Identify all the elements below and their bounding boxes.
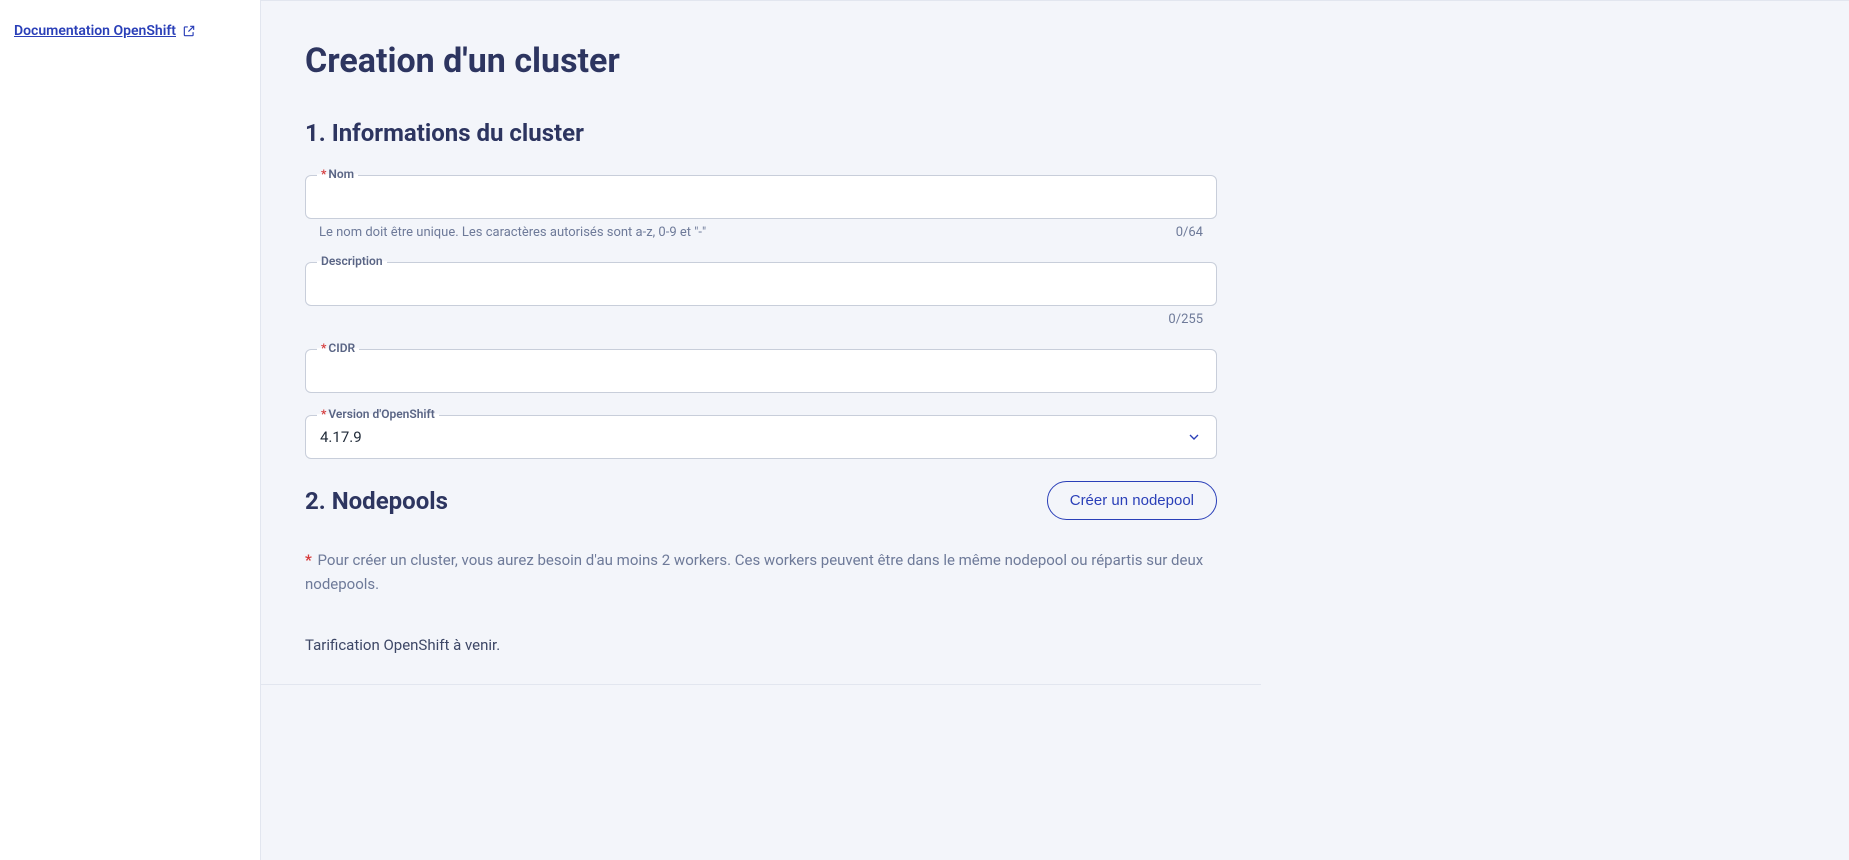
description-input[interactable] [305,262,1217,306]
doc-link-label: Documentation OpenShift [14,23,176,39]
field-name: *Nom Le nom doit être unique. Les caract… [305,175,1217,240]
section-nodepools-header: 2. Nodepools Créer un nodepool [305,481,1217,520]
name-counter: 0/64 [1176,225,1203,240]
required-indicator: * [321,341,326,355]
section-cluster-info-title: 1. Informations du cluster [305,119,1217,147]
field-cidr-label: *CIDR [317,341,359,355]
required-indicator: * [321,167,326,181]
sidebar: Documentation OpenShift [0,0,260,860]
name-hint: Le nom doit être unique. Les caractères … [319,225,1176,240]
page-title: Creation d'un cluster [305,41,1217,81]
version-select[interactable]: 4.17.9 [305,415,1217,459]
section-nodepools-title: 2. Nodepools [305,487,448,515]
main-content: Creation d'un cluster 1. Informations du… [260,0,1849,860]
name-input[interactable] [305,175,1217,219]
pricing-info: Tarification OpenShift à venir. [305,636,1217,654]
field-version-label: *Version d'OpenShift [317,407,439,421]
nodepools-info: * Pour créer un cluster, vous aurez beso… [305,548,1217,596]
required-indicator: * [321,407,326,421]
version-value: 4.17.9 [320,428,362,446]
chevron-down-icon [1186,429,1202,445]
doc-openshift-link[interactable]: Documentation OpenShift [14,23,196,39]
create-nodepool-button[interactable]: Créer un nodepool [1047,481,1217,520]
field-name-label: *Nom [317,167,358,181]
field-description: Description 0/255 [305,262,1217,327]
required-indicator: * [305,551,312,569]
description-counter: 0/255 [1168,312,1203,327]
footer-bar [261,684,1261,725]
field-version: *Version d'OpenShift 4.17.9 [305,415,1217,459]
field-cidr: *CIDR [305,349,1217,393]
external-link-icon [182,24,196,38]
field-description-label: Description [317,254,387,268]
cidr-input[interactable] [305,349,1217,393]
